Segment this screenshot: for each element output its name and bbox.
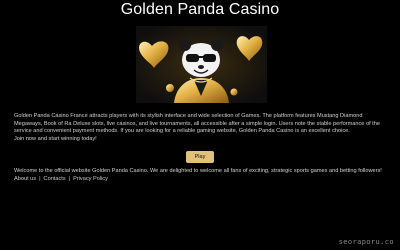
- footer-separator: |: [68, 176, 71, 182]
- intro-text: Golden Panda Casino France attracts play…: [14, 113, 390, 143]
- welcome-text: Welcome to the official website Golden P…: [14, 168, 382, 174]
- footer-links: About us | Contacts | Privacy Policy: [14, 176, 108, 183]
- banner-image: [136, 26, 267, 103]
- watermark: seoraporu.co: [338, 238, 394, 246]
- footer-link-contacts[interactable]: Contacts: [44, 176, 66, 182]
- panda-mascot-icon: [136, 26, 267, 103]
- intro-paragraph: Golden Panda Casino France attracts play…: [14, 113, 380, 135]
- footer-link-privacy-policy[interactable]: Privacy Policy: [73, 176, 108, 182]
- footer-separator: |: [39, 176, 41, 182]
- intro-call-to-action: Join now and start winning today!: [14, 135, 97, 142]
- page-title: Golden Panda Casino: [120, 1, 280, 18]
- footer-link-about-us[interactable]: About us: [14, 176, 36, 182]
- play-button[interactable]: Play: [186, 151, 214, 163]
